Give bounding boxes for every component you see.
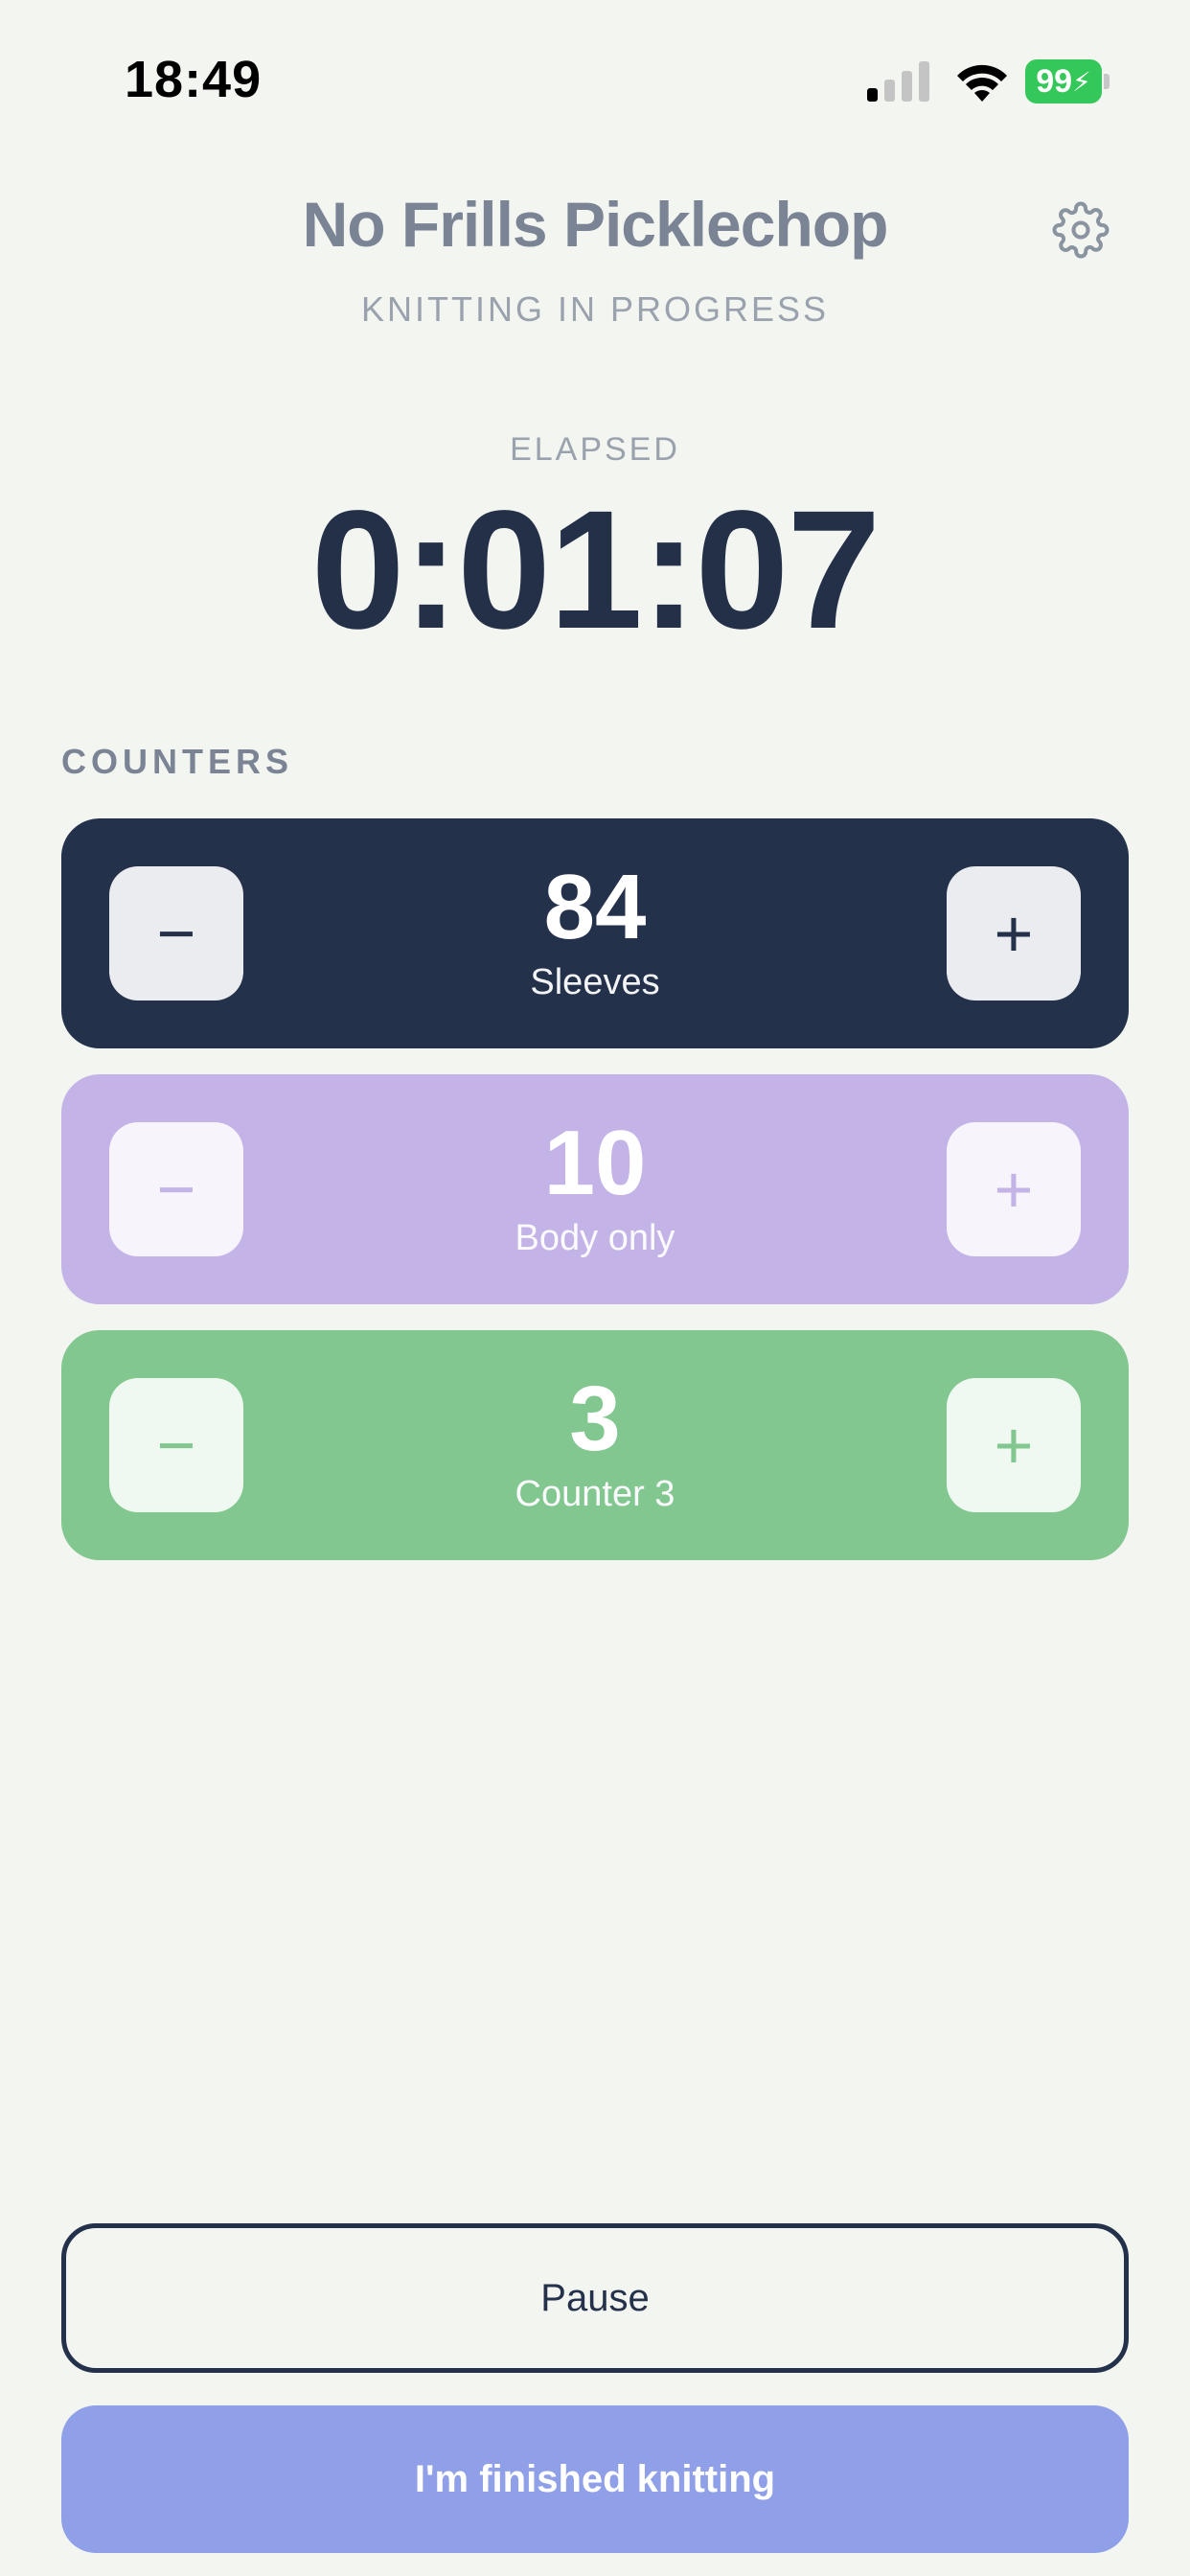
increment-button[interactable]: + (947, 1378, 1081, 1512)
plus-icon: + (994, 1408, 1034, 1483)
increment-button[interactable]: + (947, 866, 1081, 1000)
wifi-icon (957, 64, 1007, 102)
status-bar: 18:49 99 ⚡ (0, 0, 1190, 163)
pause-button[interactable]: Pause (61, 2223, 1129, 2373)
plus-icon: + (994, 1152, 1034, 1227)
elapsed-timer: 0:01:07 (310, 476, 881, 664)
counter-card-counter-3: − 3 Counter 3 + (61, 1330, 1129, 1560)
plus-icon: + (994, 896, 1034, 971)
finish-knitting-button[interactable]: I'm finished knitting (61, 2405, 1129, 2553)
session-status: KNITTING IN PROGRESS (360, 289, 830, 329)
settings-button[interactable] (1050, 199, 1111, 261)
battery-level: 99 ⚡ (1025, 59, 1102, 104)
counter-card-sleeves: − 84 Sleeves + (61, 818, 1129, 1048)
status-time: 18:49 (125, 51, 263, 108)
counter-card-body-only: − 10 Body only + (61, 1074, 1129, 1304)
battery-icon: 99 ⚡ (1025, 59, 1110, 104)
counters-heading: COUNTERS (61, 742, 294, 781)
page-title: No Frills Picklechop (302, 189, 889, 260)
battery-cap (1104, 74, 1110, 89)
gear-icon (1052, 201, 1110, 259)
cellular-signal-icon (867, 61, 929, 102)
battery-percent: 99 (1036, 62, 1073, 100)
charging-bolt-icon: ⚡ (1072, 66, 1091, 97)
increment-button[interactable]: + (947, 1122, 1081, 1256)
knitting-session-screen: 18:49 99 ⚡ No Frills Picklechop KNITTING … (0, 0, 1190, 2576)
elapsed-label: ELAPSED (510, 431, 680, 468)
